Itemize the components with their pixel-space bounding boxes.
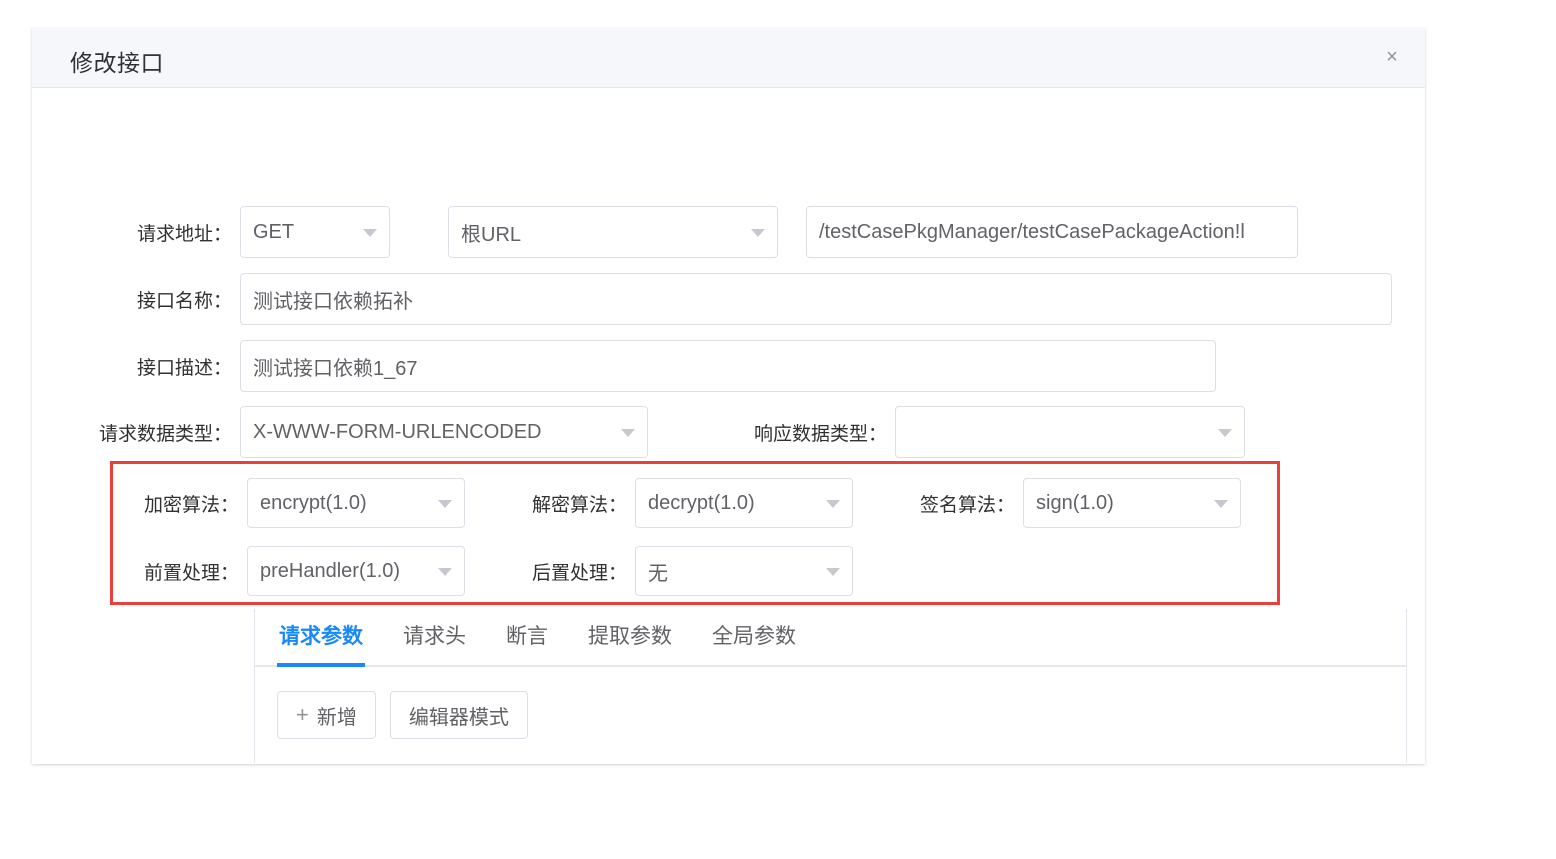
post-handler-label: 后置处理： xyxy=(531,562,627,584)
decrypt-algorithm-row: 解密算法： decrypt(1.0) xyxy=(531,478,853,528)
edit-interface-dialog: 修改接口 × 请求地址： GET 根URL /testCasePkgManage… xyxy=(32,28,1425,764)
chevron-down-icon xyxy=(1214,500,1228,508)
editor-mode-label: 编辑器模式 xyxy=(408,706,509,729)
algorithm-highlight-box: 加密算法： encrypt(1.0) 解密算法： decrypt(1.0) 签名… xyxy=(110,461,1280,605)
base-url-value: 根URL xyxy=(461,223,522,246)
close-icon[interactable]: × xyxy=(1377,42,1407,72)
interface-desc-label: 接口描述： xyxy=(136,357,232,379)
pre-handler-row: 前置处理： preHandler(1.0) xyxy=(143,546,465,596)
tab-global-params[interactable]: 全局参数 xyxy=(710,609,798,665)
encrypt-algorithm-label: 加密算法： xyxy=(143,494,239,516)
chevron-down-icon xyxy=(621,429,635,437)
sign-algorithm-row: 签名算法： sign(1.0) xyxy=(919,478,1241,528)
post-handler-row: 后置处理： 无 xyxy=(531,546,853,596)
encrypt-algorithm-value: encrypt(1.0) xyxy=(260,491,367,514)
request-path-value: /testCasePkgManager/testCasePackageActio… xyxy=(819,220,1245,243)
interface-name-label: 接口名称： xyxy=(136,290,232,312)
response-data-type-row: 响应数据类型： xyxy=(732,406,1245,458)
parameter-toolbar: + 新增 编辑器模式 xyxy=(277,691,528,739)
tab-bar: 请求参数 请求头 断言 提取参数 全局参数 xyxy=(255,609,1406,667)
interface-desc-value: 测试接口依赖1_67 xyxy=(253,357,418,380)
plus-icon: + xyxy=(296,702,309,727)
request-data-type-select[interactable]: X-WWW-FORM-URLENCODED xyxy=(240,406,648,458)
response-data-type-label: 响应数据类型： xyxy=(753,423,887,445)
tab-request-headers[interactable]: 请求头 xyxy=(401,609,468,665)
http-method-value: GET xyxy=(253,220,295,243)
http-method-select[interactable]: GET xyxy=(240,206,390,258)
dialog-body: 请求地址： GET 根URL /testCasePkgManager/testC… xyxy=(32,88,1425,763)
interface-name-input[interactable]: 测试接口依赖拓补 xyxy=(240,273,1392,325)
interface-desc-row: 接口描述： 测试接口依赖1_67 xyxy=(110,340,1216,392)
post-handler-select[interactable]: 无 xyxy=(635,546,853,596)
add-param-button[interactable]: + 新增 xyxy=(277,691,376,739)
editor-mode-button[interactable]: 编辑器模式 xyxy=(389,691,528,739)
request-url-label: 请求地址： xyxy=(136,223,232,245)
request-data-type-value: X-WWW-FORM-URLENCODED xyxy=(253,420,542,443)
request-data-type-label: 请求数据类型： xyxy=(98,423,232,445)
base-url-select[interactable]: 根URL xyxy=(448,206,778,258)
request-path-input[interactable]: /testCasePkgManager/testCasePackageActio… xyxy=(806,206,1298,258)
interface-name-value: 测试接口依赖拓补 xyxy=(253,290,413,313)
encrypt-algorithm-select[interactable]: encrypt(1.0) xyxy=(247,478,465,528)
chevron-down-icon xyxy=(363,229,377,237)
pre-handler-value: preHandler(1.0) xyxy=(260,559,401,582)
decrypt-algorithm-value: decrypt(1.0) xyxy=(648,491,755,514)
interface-desc-input[interactable]: 测试接口依赖1_67 xyxy=(240,340,1216,392)
sign-algorithm-label: 签名算法： xyxy=(919,494,1015,516)
response-data-type-select[interactable] xyxy=(895,406,1245,458)
chevron-down-icon xyxy=(438,568,452,576)
chevron-down-icon xyxy=(438,500,452,508)
post-handler-value: 无 xyxy=(648,562,668,585)
dialog-header: 修改接口 × xyxy=(32,28,1425,88)
sign-algorithm-value: sign(1.0) xyxy=(1036,491,1114,514)
sign-algorithm-select[interactable]: sign(1.0) xyxy=(1023,478,1241,528)
pre-handler-label: 前置处理： xyxy=(143,562,239,584)
chevron-down-icon xyxy=(1218,429,1232,437)
request-url-row: 请求地址： GET 根URL /testCasePkgManager/testC… xyxy=(110,206,1298,258)
page-title: 修改接口 xyxy=(70,50,164,76)
add-param-label: 新增 xyxy=(316,706,357,729)
encrypt-algorithm-row: 加密算法： encrypt(1.0) xyxy=(143,478,465,528)
decrypt-algorithm-select[interactable]: decrypt(1.0) xyxy=(635,478,853,528)
interface-name-row: 接口名称： 测试接口依赖拓补 xyxy=(110,273,1392,325)
chevron-down-icon xyxy=(826,568,840,576)
tab-extract-params[interactable]: 提取参数 xyxy=(586,609,674,665)
decrypt-algorithm-label: 解密算法： xyxy=(531,494,627,516)
parameters-panel: 请求参数 请求头 断言 提取参数 全局参数 + 新增 编辑器模式 参数名称 类型 xyxy=(254,609,1407,763)
pre-handler-select[interactable]: preHandler(1.0) xyxy=(247,546,465,596)
tab-assertions[interactable]: 断言 xyxy=(504,609,550,665)
tab-request-params[interactable]: 请求参数 xyxy=(277,609,365,667)
chevron-down-icon xyxy=(826,500,840,508)
chevron-down-icon xyxy=(751,229,765,237)
request-data-type-row: 请求数据类型： X-WWW-FORM-URLENCODED xyxy=(68,406,648,458)
